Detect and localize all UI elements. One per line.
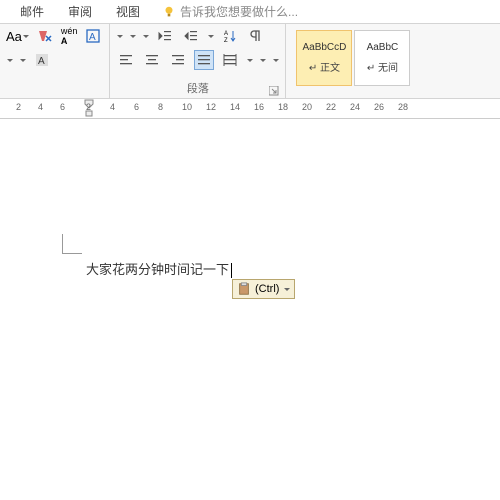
ruler-number: 6 [60, 102, 65, 112]
tab-review[interactable]: 审阅 [56, 0, 104, 23]
clear-formatting-button[interactable] [35, 26, 55, 46]
ruler[interactable]: 642246810121416182022242628 [0, 99, 500, 119]
tab-mail[interactable]: 邮件 [8, 0, 56, 23]
ruler-number: 14 [230, 102, 240, 112]
lightbulb-icon [162, 5, 176, 19]
multilevel-list-button[interactable] [142, 35, 149, 38]
paragraph-label: 段落 [116, 78, 279, 98]
increase-indent-button[interactable] [181, 26, 201, 46]
ruler-number: 16 [254, 102, 264, 112]
style-normal[interactable]: AaBbCcD ↵ 正文 [296, 30, 352, 86]
align-right-button[interactable] [168, 50, 188, 70]
svg-text:A: A [89, 32, 96, 43]
font-color-button[interactable]: A [19, 59, 26, 62]
paragraph-group: 123 A AZ 段落 [110, 24, 286, 98]
asian-layout-button[interactable]: A [207, 35, 214, 38]
style-sample: AaBbC [367, 42, 399, 53]
margin-corner-mark [62, 234, 82, 254]
ruler-number: 18 [278, 102, 288, 112]
document-text-line[interactable]: 大家花两分钟时间记一下 [86, 259, 234, 278]
style-no-spacing[interactable]: AaBbC ↵ 无间 [354, 30, 410, 86]
align-center-button[interactable] [142, 50, 162, 70]
clipboard-icon [237, 282, 251, 296]
shading-button[interactable] [259, 59, 266, 62]
decrease-indent-button[interactable] [155, 26, 175, 46]
character-shading-button[interactable]: A [32, 50, 52, 70]
svg-text:A: A [224, 31, 228, 37]
ruler-number: 4 [38, 102, 43, 112]
ruler-number: 24 [350, 102, 360, 112]
ruler-number: 22 [326, 102, 336, 112]
line-spacing-button[interactable] [246, 59, 253, 62]
ruler-number: 4 [110, 102, 115, 112]
ruler-number: 12 [206, 102, 216, 112]
sort-button[interactable]: AZ [220, 26, 240, 46]
style-name: ↵ 无间 [367, 59, 398, 74]
text-cursor [231, 263, 232, 278]
align-justify-button[interactable] [194, 50, 214, 70]
ruler-number: 20 [302, 102, 312, 112]
show-marks-button[interactable] [246, 26, 266, 46]
svg-text:A: A [38, 56, 45, 67]
paste-ctrl-text: (Ctrl) [255, 283, 279, 295]
styles-group: AaBbCcD ↵ 正文 AaBbC ↵ 无间 [286, 24, 420, 98]
ribbon-tabs: 邮件 审阅 视图 告诉我您想要做什么... [0, 0, 500, 24]
highlight-button[interactable] [6, 59, 13, 62]
ruler-number: 2 [16, 102, 21, 112]
paste-options-button[interactable]: (Ctrl) [232, 279, 295, 299]
svg-text:Z: Z [224, 38, 228, 44]
font-group: Aa wénA A A A 字 [0, 24, 110, 98]
character-border-button[interactable]: A [83, 26, 103, 46]
ruler-number: 28 [398, 102, 408, 112]
ruler-number: 2 [86, 102, 91, 112]
ruler-number: 10 [182, 102, 192, 112]
ruler-number: 26 [374, 102, 384, 112]
document-area[interactable]: 大家花两分钟时间记一下 (Ctrl) [0, 119, 500, 499]
align-left-button[interactable] [116, 50, 136, 70]
bullets-button[interactable] [116, 35, 123, 38]
tell-me-search[interactable]: 告诉我您想要做什么... [162, 3, 298, 20]
numbering-button[interactable]: 123 [129, 35, 136, 38]
tab-view[interactable]: 视图 [104, 0, 152, 23]
ruler-number: 6 [134, 102, 139, 112]
dialog-launcher-icon[interactable] [269, 86, 279, 96]
ruler-number: 8 [158, 102, 163, 112]
distributed-button[interactable] [220, 50, 240, 70]
borders-button[interactable] [272, 59, 279, 62]
change-case-button[interactable]: Aa [6, 29, 29, 44]
phonetic-guide-button[interactable]: wénA [61, 26, 78, 46]
ribbon: Aa wénA A A A 字 123 A AZ [0, 24, 500, 99]
style-sample: AaBbCcD [302, 42, 346, 53]
tell-me-text: 告诉我您想要做什么... [180, 3, 298, 20]
style-name: ↵ 正文 [309, 59, 340, 74]
font-group-label [6, 82, 103, 98]
